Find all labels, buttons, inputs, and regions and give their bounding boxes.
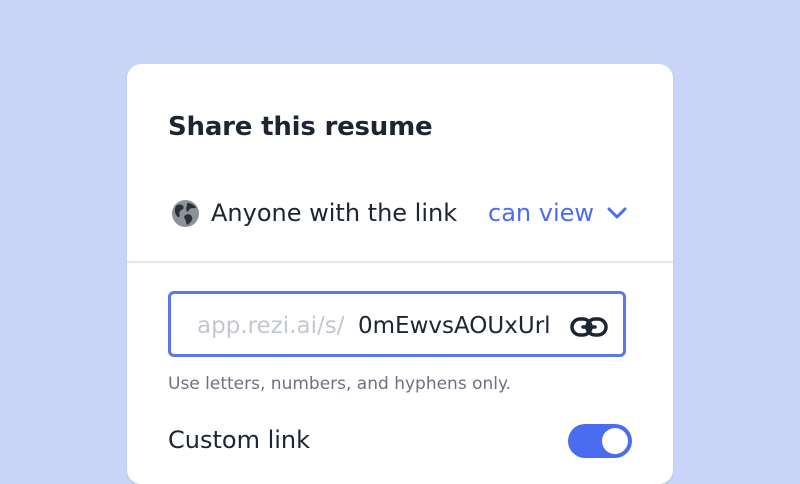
url-slug-value[interactable]: 0mEwvsAOUxUrl [358, 313, 572, 339]
custom-url-input[interactable]: app.rezi.ai/s/ 0mEwvsAOUxUrl [168, 291, 626, 357]
link-access-row: Anyone with the link can view [168, 195, 628, 231]
permission-value: can view [488, 199, 595, 227]
toggle-knob [602, 428, 628, 454]
section-divider [127, 261, 673, 263]
link-access-label: Anyone with the link [211, 199, 458, 227]
helper-text: Use letters, numbers, and hyphens only. [168, 374, 512, 394]
share-dialog: Share this resume Anyone with the link c… [127, 64, 673, 484]
custom-link-toggle[interactable] [568, 424, 632, 458]
permission-dropdown[interactable]: can view [488, 197, 628, 229]
link-icon[interactable] [568, 313, 610, 341]
url-prefix: app.rezi.ai/s/ [197, 313, 345, 339]
globe-icon [171, 199, 200, 228]
chevron-down-icon [607, 207, 627, 219]
dialog-title: Share this resume [168, 112, 433, 142]
